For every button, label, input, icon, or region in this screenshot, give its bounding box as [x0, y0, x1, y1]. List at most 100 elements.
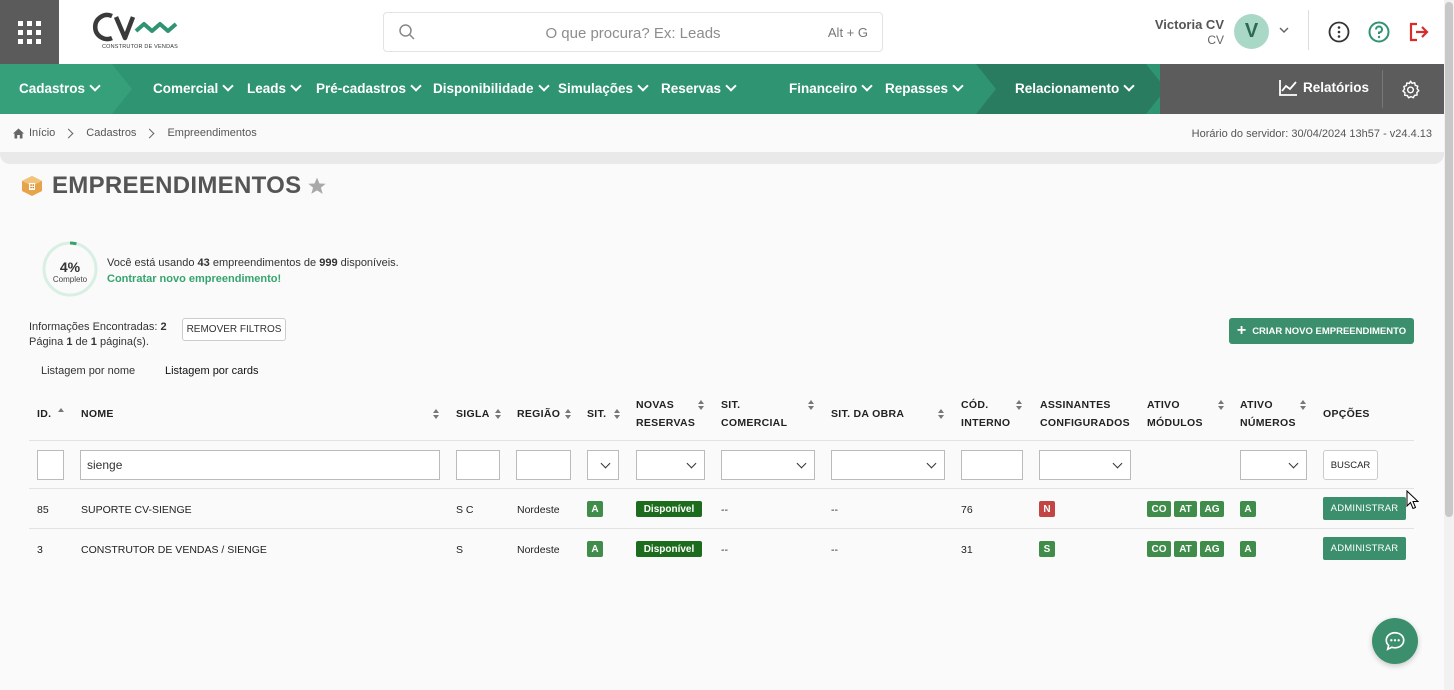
results-info: Informações Encontradas: 2 Página 1 de 1… [29, 321, 167, 348]
availability-badge: Disponível [636, 501, 702, 517]
breadcrumb: Início Cadastros Empreendimentos [12, 127, 257, 139]
sort-icon[interactable] [614, 409, 620, 419]
sort-icon[interactable] [565, 409, 571, 419]
availability-badge: Disponível [636, 541, 702, 557]
search-placeholder: O que procura? Ex: Leads [545, 25, 721, 42]
cell-name: CONSTRUTOR DE VENDAS / SIENGE [81, 544, 267, 556]
module-badge: AG [1200, 501, 1224, 517]
sort-icon[interactable] [698, 400, 704, 410]
nav-item-disponibilidade[interactable]: Disponibilidade [433, 80, 550, 96]
filter-sigla-input[interactable] [456, 450, 500, 480]
nav-item-financeiro[interactable]: Financeiro [789, 80, 873, 96]
global-search[interactable]: O que procura? Ex: Leads Alt + G [383, 12, 883, 52]
tab-list-by-cards[interactable]: Listagem por cards [165, 365, 259, 377]
info-icon[interactable] [1327, 20, 1351, 44]
chevron-down-icon [410, 80, 422, 92]
nav-item-leads[interactable]: Leads [247, 80, 302, 96]
chevron-down-icon [1112, 458, 1123, 469]
filter-cod-input[interactable] [961, 450, 1023, 480]
col-header-sit[interactable]: SIT. [587, 405, 606, 423]
module-badge: AT [1174, 501, 1197, 517]
sort-asc-icon[interactable] [58, 408, 64, 418]
help-icon[interactable] [1367, 20, 1391, 44]
scrollbar-thumb[interactable] [1445, 2, 1453, 517]
page-scrollbar[interactable] [1444, 0, 1454, 690]
status-badge: A [587, 541, 603, 557]
star-icon[interactable] [307, 176, 327, 196]
sort-icon[interactable] [808, 400, 814, 410]
chevron-down-icon [725, 80, 737, 92]
chevron-down-icon [861, 80, 873, 92]
col-header-ativo-numeros[interactable]: ATIVO NÚMEROS [1240, 396, 1296, 432]
col-header-sigla[interactable]: SIGLA [456, 405, 490, 423]
chart-icon [1279, 80, 1297, 96]
col-header-cod-interno[interactable]: CÓD. INTERNO [961, 396, 1010, 432]
usage-used-count: 43 [197, 257, 210, 269]
filter-sit-select[interactable] [587, 450, 619, 480]
cell-sigla: S C [456, 504, 474, 516]
page-title: EMPREENDIMENTOS [52, 172, 302, 199]
nav-item-relatorios[interactable]: Relatórios [1279, 79, 1369, 96]
apps-menu-button[interactable] [0, 0, 59, 64]
col-header-opcoes: OPÇÕES [1323, 408, 1370, 420]
administer-button[interactable]: ADMINISTRAR [1323, 537, 1406, 560]
nav-item-comercial[interactable]: Comercial [153, 80, 234, 96]
gear-icon[interactable] [1401, 80, 1420, 99]
remove-filters-button[interactable]: REMOVER FILTROS [182, 318, 286, 341]
col-header-id[interactable]: ID. [37, 405, 51, 423]
avatar[interactable]: V [1234, 14, 1269, 49]
filter-assinantes-select[interactable] [1039, 450, 1131, 480]
nav-item-reservas[interactable]: Reservas [661, 80, 737, 96]
sort-icon[interactable] [433, 409, 439, 419]
sort-icon[interactable] [1016, 400, 1022, 410]
cell-cod: 31 [961, 544, 973, 556]
col-header-sit-comercial[interactable]: SIT. COMERCIAL [721, 396, 787, 432]
col-header-name[interactable]: NOME [81, 405, 114, 423]
breadcrumb-home[interactable]: Início [29, 127, 55, 139]
filter-regiao-input[interactable] [516, 450, 571, 480]
usage-percent: 4% [59, 259, 81, 275]
logout-icon[interactable] [1407, 20, 1431, 44]
filter-numeros-select[interactable] [1240, 450, 1307, 480]
col-header-regiao[interactable]: REGIÃO [517, 405, 560, 423]
search-button[interactable]: BUSCAR [1323, 450, 1378, 480]
filter-novas-reservas-select[interactable] [636, 450, 705, 480]
contract-new-link[interactable]: Contratar novo empreendimento! [107, 273, 281, 285]
nav-item-cadastros[interactable]: Cadastros [19, 80, 101, 96]
chevron-down-icon [686, 458, 697, 469]
table-divider [29, 440, 1414, 441]
nav-item-simulacoes[interactable]: Simulações [558, 80, 649, 96]
sort-icon[interactable] [1300, 400, 1306, 410]
chevron-down-icon [600, 458, 611, 469]
sort-icon[interactable] [1218, 400, 1224, 410]
status-badge: A [587, 501, 603, 517]
create-new-button[interactable]: + CRIAR NOVO EMPREENDIMENTO [1229, 318, 1414, 344]
cell-sit-obra: -- [831, 544, 838, 556]
filter-name-input[interactable]: sienge [80, 450, 440, 480]
sort-icon[interactable] [938, 409, 944, 419]
col-header-novas-reservas[interactable]: NOVAS RESERVAS [636, 396, 695, 432]
tab-list-by-name[interactable]: Listagem por nome [41, 365, 135, 377]
cell-sigla: S [456, 544, 464, 556]
filter-sit-obra-select[interactable] [831, 450, 945, 480]
filter-sit-comercial-select[interactable] [721, 450, 815, 480]
cell-regiao: Nordeste [517, 504, 560, 516]
cell-cod: 76 [961, 504, 973, 516]
company-logo[interactable]: CONSTRUTOR DE VENDAS [92, 12, 188, 54]
breadcrumb-cadastros[interactable]: Cadastros [86, 127, 136, 139]
chevron-right-icon [63, 128, 74, 138]
sort-icon[interactable] [495, 409, 501, 419]
col-header-sit-obra[interactable]: SIT. DA OBRA [831, 405, 904, 423]
nav-item-relacionamento[interactable]: Relacionamento [1015, 80, 1135, 96]
user-menu[interactable]: Victoria CV CV V [1100, 12, 1300, 52]
nav-item-repasses[interactable]: Repasses [885, 80, 964, 96]
chevron-down-icon[interactable] [1278, 24, 1290, 36]
cell-sit-comercial: -- [721, 504, 728, 516]
administer-button[interactable]: ADMINISTRAR [1323, 497, 1406, 520]
chat-button[interactable] [1372, 618, 1418, 664]
col-header-ativo-modulos[interactable]: ATIVO MÓDULOS [1147, 396, 1203, 432]
page-header: EMPREENDIMENTOS [20, 172, 327, 200]
col-header-assinantes[interactable]: ASSINANTES CONFIGURADOS [1040, 396, 1130, 432]
nav-item-pre-cadastros[interactable]: Pré-cadastros [316, 80, 422, 96]
filter-id-input[interactable] [37, 450, 64, 480]
